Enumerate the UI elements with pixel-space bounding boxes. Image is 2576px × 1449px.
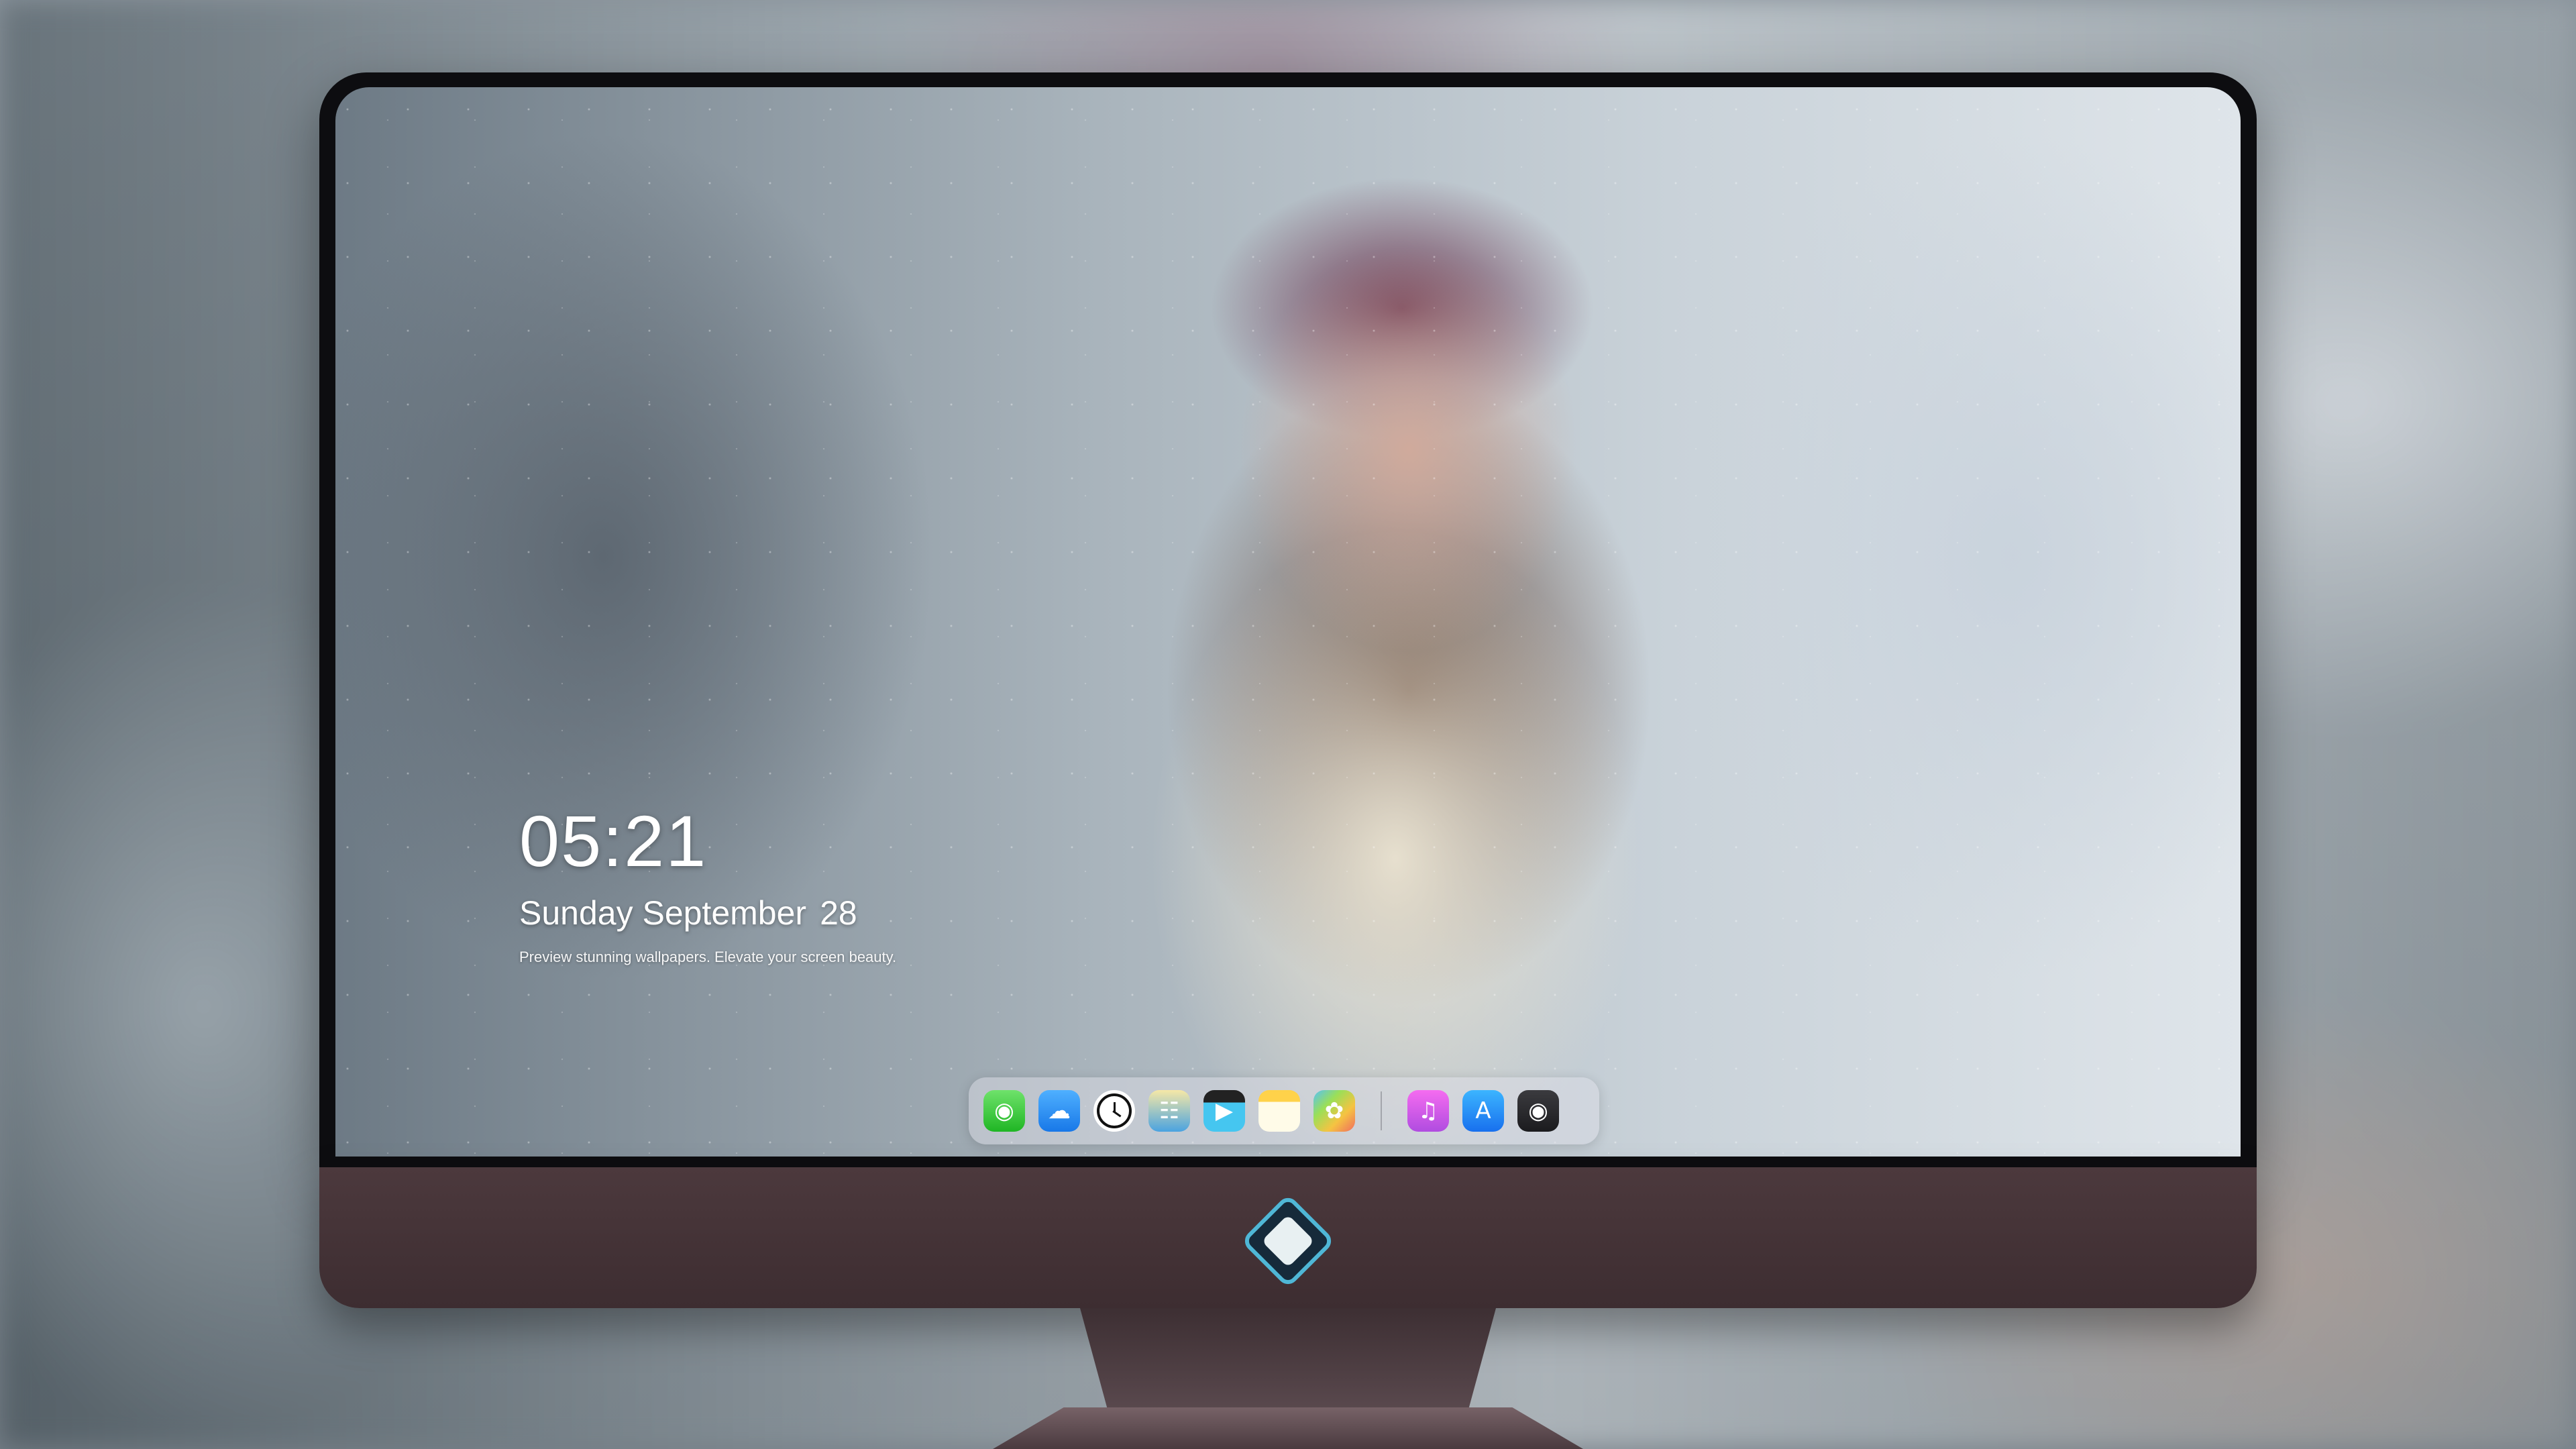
wallpaper-screen: 05:21 Sunday September 28 Preview stunnin… — [335, 87, 2241, 1157]
promo-text: Preview stunning wallpapers. Elevate you… — [519, 949, 897, 965]
dock: ◉ ☁ ☷ ▶ ✿ ♫ A ◉ — [969, 1077, 1599, 1144]
messages-icon[interactable]: ◉ — [983, 1090, 1025, 1132]
lock-date: Sunday September 28 — [519, 894, 896, 932]
music-icon[interactable]: ♫ — [1407, 1090, 1449, 1132]
brand-logo-icon — [1240, 1193, 1336, 1289]
app-store-icon[interactable]: A — [1462, 1090, 1504, 1132]
dock-separator — [1381, 1091, 1382, 1130]
notes-icon[interactable] — [1258, 1090, 1300, 1132]
preview-icon[interactable]: ☷ — [1148, 1090, 1190, 1132]
lock-date-weekday-month: Sunday September — [519, 894, 807, 932]
camera-icon[interactable]: ◉ — [1517, 1090, 1559, 1132]
weather-icon[interactable]: ☁ — [1038, 1090, 1080, 1132]
monitor-chin — [319, 1167, 2257, 1308]
photos-icon[interactable]: ✿ — [1313, 1090, 1355, 1132]
clock-face — [1099, 1096, 1129, 1126]
monitor-stand-base — [993, 1407, 1583, 1449]
monitor: 05:21 Sunday September 28 Preview stunnin… — [319, 72, 2257, 1308]
lock-info: 05:21 Sunday September 28 Preview stunnin… — [519, 805, 896, 966]
monitor-bezel: 05:21 Sunday September 28 Preview stunnin… — [319, 72, 2257, 1167]
clock-icon[interactable] — [1093, 1090, 1135, 1132]
falling-snow — [335, 87, 2241, 1157]
lock-date-day: 28 — [820, 894, 857, 932]
monitor-stand-neck — [1080, 1308, 1496, 1415]
lock-clock: 05:21 — [519, 800, 708, 881]
video-icon[interactable]: ▶ — [1203, 1090, 1245, 1132]
